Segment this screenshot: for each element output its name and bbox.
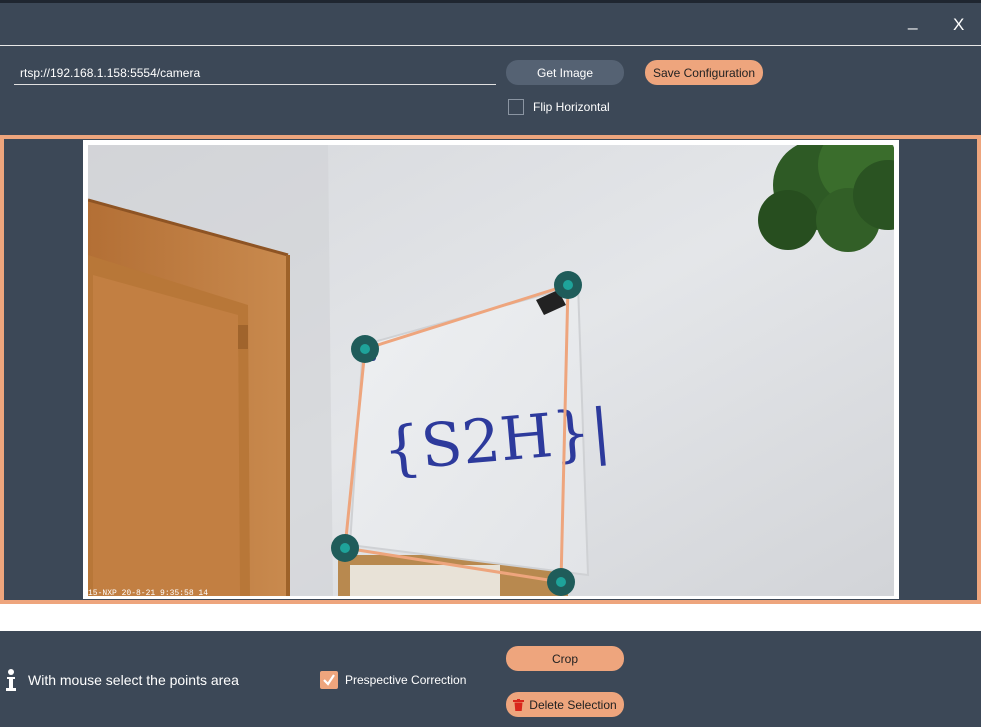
flip-horizontal-checkbox[interactable] [508, 99, 524, 115]
perspective-correction-checkbox[interactable] [320, 671, 338, 689]
camera-timestamp: 15-NXP 20-8-21 9:35:58 14 [88, 589, 209, 598]
selection-hint: With mouse select the points area [28, 672, 239, 688]
perspective-correction-label: Prespective Correction [345, 673, 467, 687]
camera-image[interactable]: {S2H}| [88, 145, 894, 596]
delete-selection-button[interactable]: Delete Selection [506, 692, 624, 717]
delete-selection-label: Delete Selection [529, 697, 617, 712]
perspective-correction-option[interactable]: Prespective Correction [320, 671, 466, 689]
camera-scene: {S2H}| [88, 145, 894, 596]
flip-horizontal-option[interactable]: Flip Horizontal [508, 99, 610, 115]
title-bar: _ X [0, 3, 981, 45]
selection-handle-top-right[interactable] [554, 271, 582, 299]
header-divider [0, 45, 981, 46]
check-icon [323, 674, 335, 686]
save-configuration-button[interactable]: Save Configuration [645, 60, 763, 85]
selection-handle-bottom-left[interactable] [331, 534, 359, 562]
selection-handle-bottom-right[interactable] [547, 568, 575, 596]
close-button[interactable]: X [953, 15, 964, 35]
info-icon [6, 669, 16, 691]
viewer-bottom-strip [0, 604, 981, 631]
flip-horizontal-label: Flip Horizontal [533, 100, 610, 114]
trash-icon [513, 698, 525, 711]
crop-button[interactable]: Crop [506, 646, 624, 671]
stream-url-input[interactable] [14, 61, 496, 85]
minimize-button[interactable]: _ [908, 11, 917, 31]
get-image-button[interactable]: Get Image [506, 60, 624, 85]
selection-handle-top-left[interactable] [351, 335, 379, 363]
